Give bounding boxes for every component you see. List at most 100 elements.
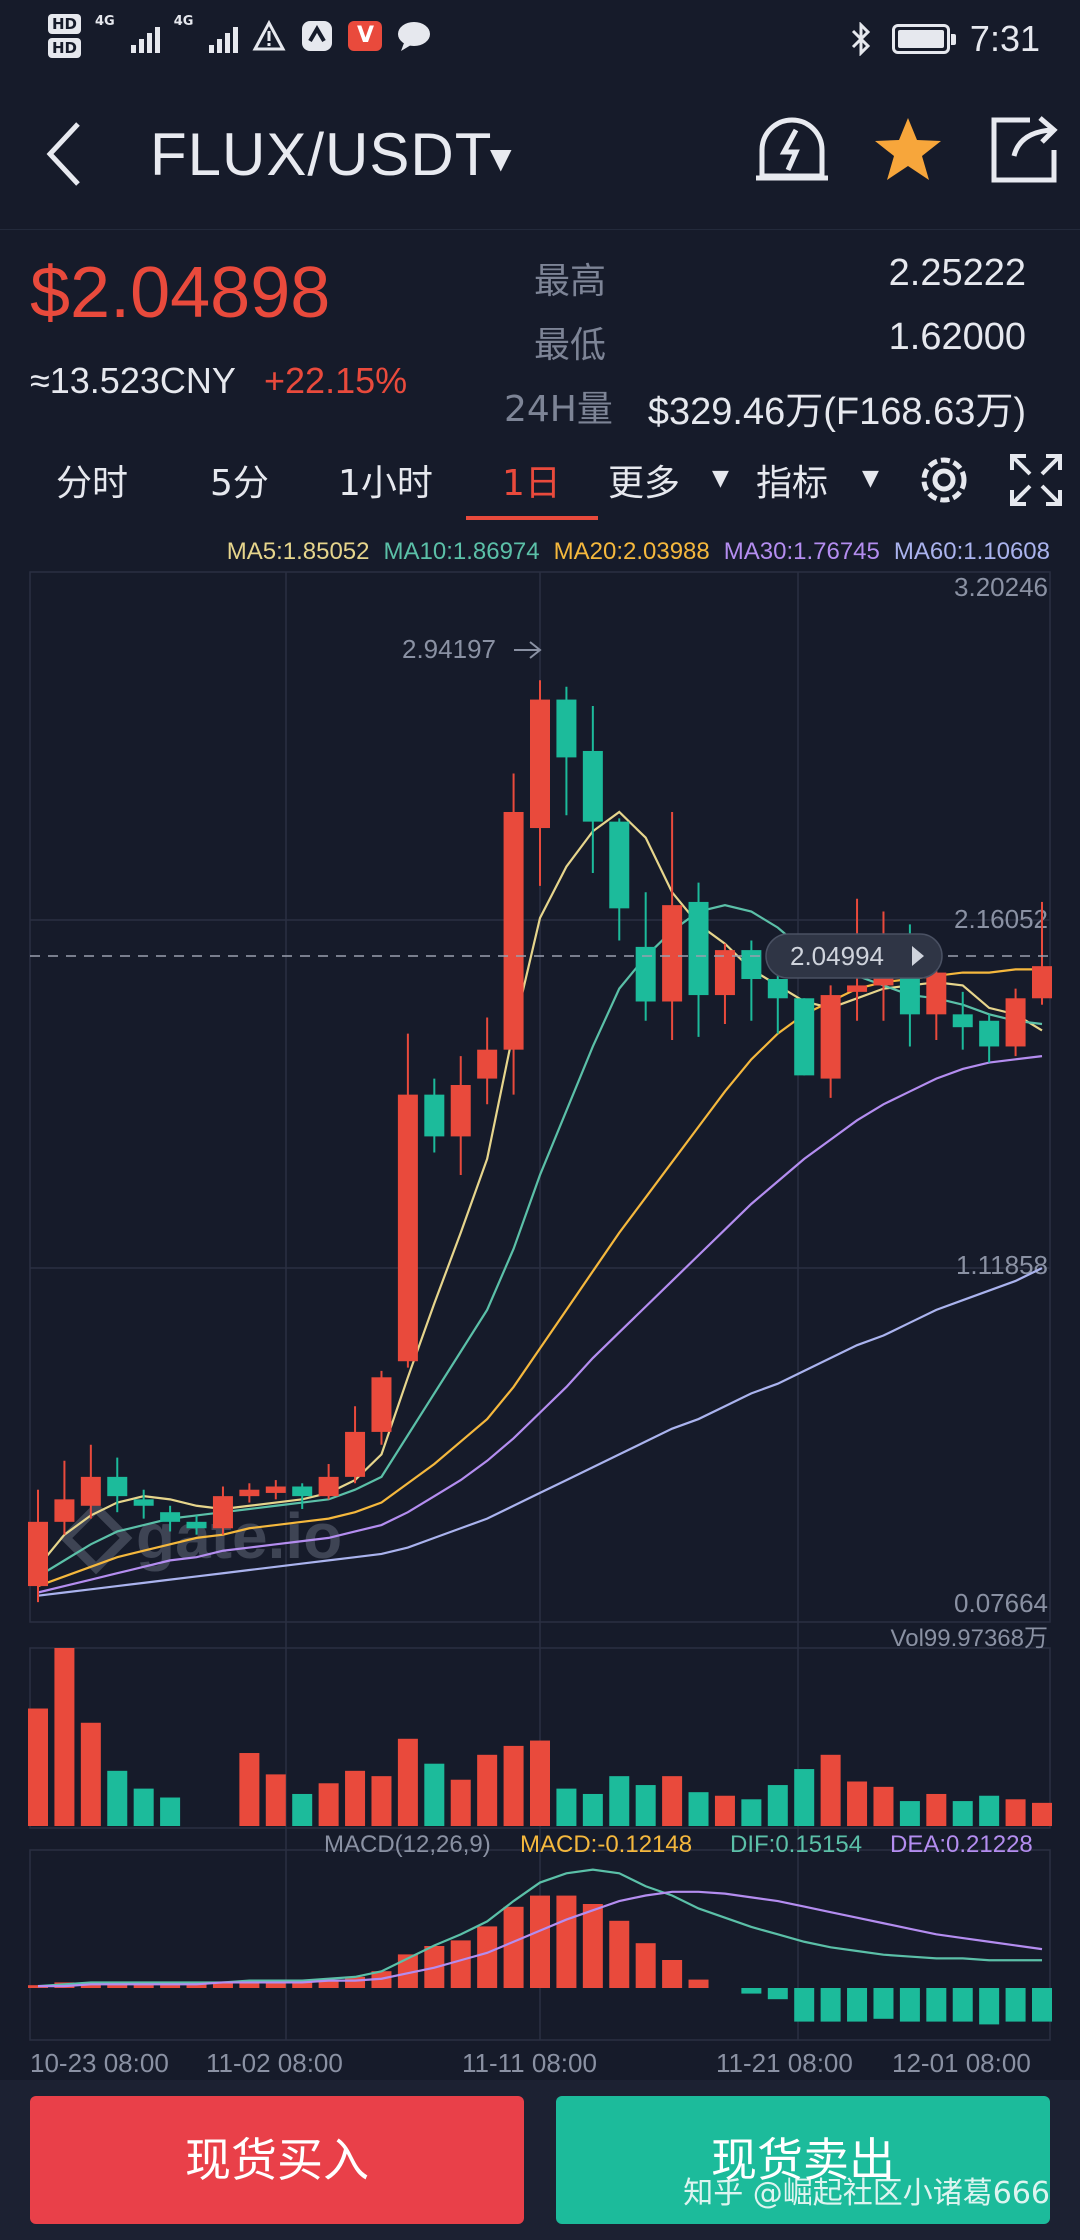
volume-bar [1032,1802,1052,1826]
volume-bar [133,1788,154,1826]
back-icon[interactable] [38,114,98,194]
volume-bar [609,1776,630,1826]
candle [1005,988,1026,1057]
volume-bar [345,1770,366,1826]
current-price-tag[interactable]: 2.04994 [765,933,943,979]
volume-bar [873,1786,894,1826]
macd-bar [820,1988,841,2022]
macd-params-label: MACD(12,26,9) [324,1831,491,1858]
clock: 7:31 [969,18,1040,59]
tab-time-share[interactable]: 分时 [56,454,128,506]
volume-label: 24H量 [504,389,613,430]
macd-bar [609,1920,630,1988]
volume-bar [107,1770,128,1826]
tab-5min[interactable]: 5分 [210,454,269,506]
network-type-1: 4G [95,14,115,29]
high-label: 最高 [534,261,607,302]
volume-bar [397,1738,418,1826]
candle [477,1017,498,1105]
spot-buy-button[interactable]: 现货买入 [30,2096,524,2224]
volume-value: $329.46万(F168.63万) [647,391,1026,433]
share-icon[interactable] [984,110,1064,190]
volume-bar [688,1792,709,1826]
fullscreen-icon[interactable] [1004,448,1068,512]
signal-icon [130,19,160,53]
macd-bar [1005,1988,1026,2022]
status-bar-left: HD HD 4G 4G V [48,14,432,58]
macd-bar [477,1926,498,1988]
macd-bar [741,1988,762,1994]
volume-bar [794,1769,815,1826]
volume-bar [28,1708,48,1826]
candle [979,1014,1000,1063]
status-bar: HD HD 4G 4G V 7:31 [0,0,1080,80]
volume-label: Vol99.97368万 [891,1625,1048,1652]
macd-bar [556,1895,577,1988]
volume-bar [530,1740,550,1826]
volume-bar [582,1793,603,1826]
hd-badge-2: HD [48,38,82,58]
current-price-label: 2.04994 [790,941,884,971]
volume-bar [899,1801,920,1826]
more-caret-icon[interactable]: ▼ [712,466,729,491]
volume-bar [160,1797,181,1826]
indicators-caret-icon[interactable]: ▼ [862,466,879,491]
candle [265,1480,286,1500]
x-tick-label: 10-23 08:00 [30,2048,169,2078]
dif-label: DIF:0.15154 [730,1831,862,1858]
pair-title[interactable]: FLUX/USDT [150,120,492,189]
price-summary: $2.04898 ≈13.523CNY +22.15% 最高 2.25222 最… [0,232,1080,433]
favorite-star-icon[interactable] [868,110,948,190]
interval-tabs: 分时 5分 1小时 1日 更多 ▼ 指标 ▼ [0,440,1080,522]
macd-value-label: MACD:-0.12148 [520,1831,692,1858]
volume-bar [424,1763,445,1826]
cny-price: ≈13.523CNY [30,360,236,401]
volume-bar [952,1801,973,1826]
hd-badge-1: HD [48,14,82,34]
warning-icon [252,19,286,51]
macd-bar [926,1988,947,2022]
status-bar-right: 7:31 [850,18,1040,60]
candle [609,818,630,941]
volume-bar [556,1788,577,1826]
tab-1day[interactable]: 1日 [502,454,561,506]
macd-bar [635,1943,656,1988]
volume-bar [503,1745,524,1826]
volume-bar [477,1754,498,1826]
tab-indicators[interactable]: 指标 [756,454,828,506]
candle [556,686,577,816]
macd-bar [794,1988,815,2022]
volume-bar [450,1779,471,1826]
candle [952,991,973,1050]
y-low-label: 1.11858 [956,1250,1048,1280]
macd-bar [450,1940,471,1988]
kline-chart[interactable]: 3.20246 2.16052 1.11858 0.07664 gate.io … [0,560,1080,2080]
volume-bar [847,1781,868,1826]
macd-bar [688,1979,709,1988]
candle [926,966,947,1041]
candle [450,1056,471,1175]
dea-label: DEA:0.21228 [890,1831,1033,1858]
price-alert-icon[interactable] [752,110,832,190]
candle [54,1460,75,1535]
candle [345,1406,366,1484]
candle [820,985,841,1098]
tab-more[interactable]: 更多 [608,454,680,506]
last-price: $2.04898 [30,253,331,333]
tab-1hour[interactable]: 1小时 [338,454,433,506]
volume-bar [926,1793,947,1826]
macd-bar [1032,1988,1052,2022]
caret-down-icon[interactable]: ▼ [490,142,512,175]
macd-bar [873,1988,894,2019]
low-value: 1.62000 [888,316,1026,358]
y-mid-label: 2.16052 [954,904,1048,934]
settings-gear-icon[interactable] [912,448,976,512]
candle [424,1078,445,1153]
volume-bar [239,1753,260,1826]
volume-bar [662,1776,683,1826]
candle [28,1489,48,1603]
source-watermark: 知乎 @崛起社区小诸葛666 [683,2176,1050,2211]
volume-bar [714,1795,735,1826]
header: FLUX/USDT ▼ [0,80,1080,230]
x-tick-label: 11-11 08:00 [462,2048,597,2078]
